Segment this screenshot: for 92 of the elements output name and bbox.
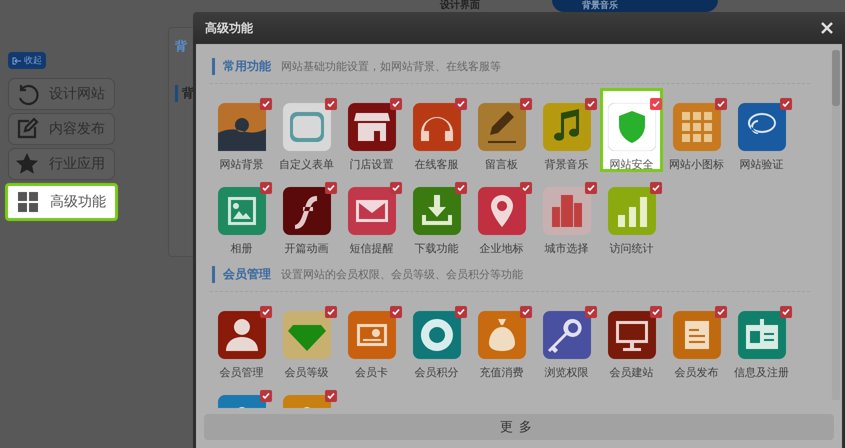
document-icon — [672, 311, 720, 359]
feature-tile[interactable]: 门店设置 — [340, 88, 403, 172]
pencil-icon — [478, 103, 526, 151]
collapse-icon — [12, 56, 22, 64]
panel-title: 背 — [175, 38, 188, 55]
checkbox[interactable] — [454, 306, 466, 318]
scrollbar-thumb[interactable] — [832, 50, 840, 106]
grid-icon — [672, 103, 720, 151]
music-dropdown[interactable]: 背景音乐 — [552, 0, 718, 12]
feature-tile[interactable]: 在线客服 — [405, 88, 468, 172]
id-card-icon — [738, 311, 786, 359]
feature-tile[interactable]: 浏览权限 — [535, 296, 598, 380]
checkbox[interactable] — [520, 182, 532, 194]
person-icon — [218, 311, 266, 359]
checkbox[interactable] — [714, 306, 726, 318]
feature-tile[interactable]: 网站安全 — [600, 88, 663, 172]
feature-tile[interactable]: 会员等级 — [275, 296, 338, 380]
storefront-icon — [348, 103, 396, 151]
sidebar-item[interactable]: 高级功能 — [5, 183, 118, 221]
feature-tile[interactable]: 信息及注册 — [730, 296, 793, 380]
checkbox[interactable] — [520, 306, 532, 318]
star-icon — [15, 152, 39, 176]
feature-tile[interactable]: 开篇动画 — [275, 172, 338, 256]
feature-tile[interactable]: 充值消费 — [470, 296, 533, 380]
checkbox[interactable] — [454, 182, 466, 194]
headphones-icon — [412, 103, 460, 151]
checkbox[interactable] — [324, 182, 336, 194]
grid-icon — [16, 190, 40, 214]
key-icon — [542, 311, 590, 359]
dialog-title: 高级功能 — [205, 20, 253, 36]
feature-tile[interactable]: 网站小图标 — [665, 88, 728, 172]
picture-icon — [218, 187, 266, 235]
collapse-button[interactable]: 收起 — [8, 52, 46, 69]
shield-icon — [608, 103, 656, 151]
monitor-icon — [608, 311, 656, 359]
checkbox[interactable] — [584, 306, 596, 318]
music-note-icon — [542, 103, 590, 151]
feature-tile[interactable]: 会员卡 — [340, 296, 403, 380]
gem-icon — [282, 311, 330, 359]
feature-tile[interactable]: 城市选择 — [535, 172, 598, 256]
feature-tile[interactable]: 企业地标 — [470, 172, 533, 256]
section-title: 会员管理 — [223, 266, 271, 283]
feature-tile[interactable]: 网站验证 — [730, 88, 793, 172]
checkbox[interactable] — [260, 390, 272, 402]
money-bag-icon — [478, 311, 526, 359]
download-icon — [412, 187, 460, 235]
checkbox[interactable] — [390, 98, 402, 110]
circles-icon — [738, 103, 786, 151]
checkbox[interactable] — [650, 306, 662, 318]
sunset-icon — [218, 103, 266, 151]
section-title: 常用功能 — [223, 58, 271, 75]
edit-icon — [15, 117, 39, 141]
checkbox[interactable] — [390, 182, 402, 194]
section-description: 网站基础功能设置，如网站背景、在线客服等 — [281, 59, 501, 74]
checkbox[interactable] — [650, 182, 662, 194]
bar-chart-icon — [608, 187, 656, 235]
feature-tile[interactable]: 会员管理 — [210, 296, 273, 380]
checkbox[interactable] — [324, 306, 336, 318]
checkbox[interactable] — [390, 306, 402, 318]
feature-tile[interactable]: 自定义表单 — [275, 88, 338, 172]
feature-tile[interactable]: 留言板 — [470, 88, 533, 172]
feature-tile[interactable]: 短信提醒 — [340, 172, 403, 256]
checkbox[interactable] — [260, 306, 272, 318]
section-description: 设置网站的会员权限、会员等级、会员积分等功能 — [281, 267, 523, 282]
feature-tile[interactable]: 会员积分 — [405, 296, 468, 380]
checkbox[interactable] — [650, 98, 662, 110]
envelope-icon — [348, 187, 396, 235]
map-pin-icon — [478, 187, 526, 235]
checkbox[interactable] — [714, 98, 726, 110]
rounded-square-icon — [282, 103, 330, 151]
feature-tile[interactable]: 会员建站 — [600, 296, 663, 380]
feature-tile[interactable]: 下载功能 — [405, 172, 468, 256]
checkbox[interactable] — [584, 98, 596, 110]
feature-tile[interactable]: 会员发布 — [665, 296, 728, 380]
card-icon — [348, 311, 396, 359]
checkbox[interactable] — [780, 306, 792, 318]
checkbox[interactable] — [584, 182, 596, 194]
checkbox[interactable] — [260, 98, 272, 110]
feature-tile[interactable]: 访问统计 — [600, 172, 663, 256]
checkbox[interactable] — [324, 390, 336, 402]
ring-icon — [412, 311, 460, 359]
more-button[interactable]: 更多 — [204, 414, 834, 440]
feature-tile[interactable]: 背景音乐 — [535, 88, 598, 172]
feature-tile[interactable]: 网站背景 — [210, 88, 273, 172]
swoosh-icon — [282, 187, 330, 235]
feature-tile[interactable]: 相册 — [210, 172, 273, 256]
checkbox[interactable] — [260, 182, 272, 194]
checkbox[interactable] — [520, 98, 532, 110]
close-icon[interactable] — [821, 22, 833, 34]
checkbox[interactable] — [454, 98, 466, 110]
checkbox[interactable] — [780, 98, 792, 110]
checkbox[interactable] — [324, 98, 336, 110]
